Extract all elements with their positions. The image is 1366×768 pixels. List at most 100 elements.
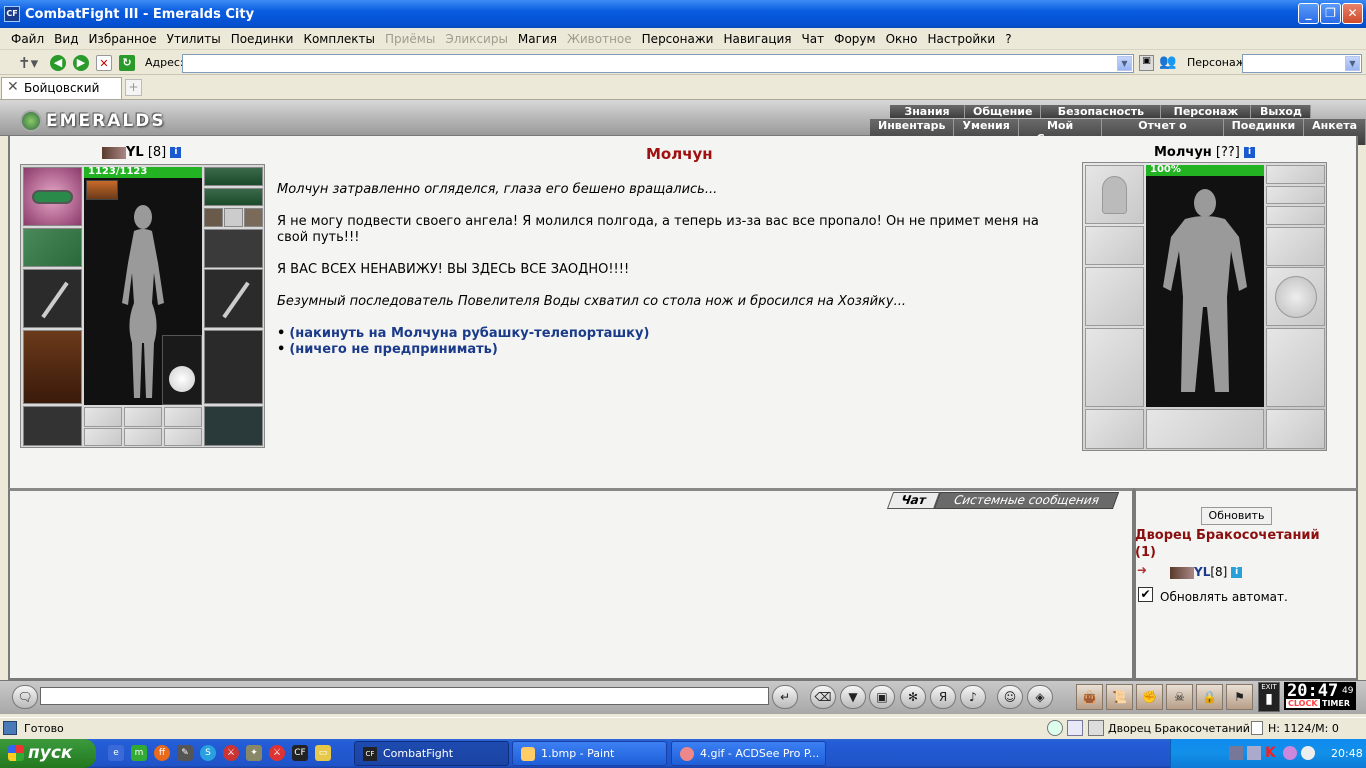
save-icon[interactable]: ▣ [869, 685, 895, 709]
tray-icon-4[interactable] [1283, 746, 1297, 760]
amulet-slot[interactable] [23, 167, 82, 226]
menu-item[interactable]: Вид [49, 32, 83, 46]
player-name[interactable]: YL [8] i [102, 145, 182, 160]
tray-icon-5[interactable] [1301, 746, 1315, 760]
scroll-icon[interactable]: 📜 [1106, 684, 1133, 710]
music-icon[interactable]: ♪ [960, 685, 986, 709]
task-paint[interactable]: 1.bmp - Paint [512, 741, 667, 766]
page-icon[interactable]: ▣ [1139, 55, 1154, 71]
network-icon[interactable] [1229, 746, 1243, 760]
auto-refresh-checkbox[interactable]: ✔ [1138, 587, 1153, 602]
game-icon-2[interactable]: ⚔ [269, 745, 285, 761]
ie-icon[interactable]: e [108, 745, 124, 761]
task-acdsee[interactable]: 4.gif - ACDSee Pro P... [671, 741, 826, 766]
small-slot-1[interactable] [204, 208, 223, 227]
close-button[interactable]: ✕ [1342, 3, 1363, 24]
ring-slot-2[interactable] [124, 407, 162, 427]
window-titlebar[interactable]: CF CombatFight III - Emeralds City _ ❐ ✕ [0, 0, 1366, 28]
npc-name[interactable]: Молчун [??] i [1154, 145, 1256, 160]
stop-icon[interactable]: ✕ [96, 55, 112, 71]
task-combatfight[interactable]: CF CombatFight [354, 741, 509, 766]
menu-item[interactable]: Утилиты [162, 32, 226, 46]
tray-clock[interactable]: 20:48 [1331, 747, 1363, 760]
persona-dropdown-icon[interactable]: ▼ [1345, 56, 1360, 71]
bug-icon[interactable]: ✦ [246, 745, 262, 761]
menu-item[interactable]: Окно [881, 32, 923, 46]
game-clock[interactable]: 20:47 49 CLOCK TIMER [1284, 681, 1356, 710]
back-icon[interactable]: ◀ [50, 55, 66, 71]
timer-mode[interactable]: TIMER [1322, 699, 1350, 708]
cf-icon[interactable]: CF [292, 745, 308, 761]
menu-item[interactable]: Навигация [718, 32, 796, 46]
player-info-icon[interactable]: i [170, 147, 182, 158]
persona-select[interactable]: ▼ [1242, 54, 1362, 73]
address-dropdown-icon[interactable]: ▼ [1117, 56, 1132, 71]
gloves-slot[interactable] [23, 228, 82, 267]
flag-icon[interactable]: ⚑ [1226, 684, 1253, 710]
walk-icon[interactable]: ✻ [900, 685, 926, 709]
tab-chat[interactable]: Чат [886, 492, 940, 509]
chat-input[interactable] [40, 687, 769, 705]
menu-item[interactable]: Комплекты [298, 32, 380, 46]
firefox-icon[interactable]: ff [154, 745, 170, 761]
menu-item[interactable]: Персонажи [637, 32, 719, 46]
fist-icon[interactable]: ✊ [1136, 684, 1163, 710]
people-icon[interactable]: 👥 [1159, 54, 1176, 70]
nav-item[interactable]: Знания [890, 105, 965, 118]
boots-slot[interactable] [204, 406, 263, 446]
menu-item[interactable]: Файл [6, 32, 49, 46]
skull-icon[interactable]: ☠ [1166, 684, 1193, 710]
utility-icon[interactable]: ✎ [177, 745, 193, 761]
volume-icon[interactable] [1247, 746, 1261, 760]
antivirus-icon[interactable]: K [1265, 745, 1276, 761]
small-slot-2[interactable] [224, 208, 243, 227]
tab-fight-club[interactable]: ✕ Бойцовский клуб [1, 77, 122, 116]
rune-slot-1[interactable] [84, 428, 122, 446]
helmet-chat-icon[interactable]: ◈ [1027, 685, 1053, 709]
refresh-button[interactable]: Обновить [1201, 507, 1272, 525]
npc-info-icon[interactable]: i [1244, 147, 1256, 158]
maximize-button[interactable]: ❐ [1320, 3, 1341, 24]
smiley-icon[interactable]: ☺ [997, 685, 1023, 709]
menu-item[interactable]: Форум [829, 32, 880, 46]
folder-icon[interactable]: ▭ [315, 745, 331, 761]
dialog-option-1[interactable]: • (накинуть на Молчуна рубашку-телепорташ… [277, 326, 649, 341]
speaker-icon[interactable]: 🗨 [12, 685, 38, 709]
dialog-option-1-text[interactable]: (накинуть на Молчуна рубашку-телепорташк… [289, 326, 649, 341]
chat-log[interactable] [8, 488, 1134, 680]
dialog-option-2-text[interactable]: (ничего не предпринимать) [289, 342, 498, 357]
forward-icon[interactable]: ▶ [73, 55, 89, 71]
menu-item[interactable]: Магия [513, 32, 562, 46]
menu-item[interactable]: ? [1000, 32, 1016, 46]
m-icon[interactable]: m [131, 745, 147, 761]
nav-item[interactable]: Персонаж [1161, 105, 1252, 118]
send-icon[interactable]: ↵ [772, 685, 798, 709]
ring-slot-3[interactable] [164, 407, 202, 427]
lock-icon[interactable]: 🔒 [1196, 684, 1223, 710]
room-player-name[interactable]: YL [1194, 565, 1210, 579]
minimize-button[interactable]: _ [1298, 3, 1319, 24]
address-input[interactable]: ▼ [182, 54, 1134, 73]
menu-item[interactable]: Поединки [226, 32, 299, 46]
translit-icon[interactable]: Я [930, 685, 956, 709]
room-player-info-icon[interactable]: i [1231, 567, 1243, 578]
nav-item[interactable]: Безопасность [1041, 105, 1162, 118]
close-tab-icon[interactable]: ✕ [7, 77, 19, 98]
tab-system-messages[interactable]: Системные сообщения [933, 492, 1119, 509]
offhand-slot[interactable] [204, 269, 263, 328]
exit-button[interactable]: EXIT ▮ [1258, 682, 1280, 712]
rune-slot-2[interactable] [124, 428, 162, 446]
weapon-slot[interactable] [23, 269, 82, 328]
new-tab-icon[interactable]: + [125, 79, 142, 96]
nav-item[interactable]: Выход [1251, 105, 1312, 118]
necklace-slot[interactable] [204, 188, 263, 206]
eraser-icon[interactable]: ⌫ [810, 685, 836, 709]
earring-slot[interactable] [204, 167, 263, 186]
armor-slot[interactable] [23, 330, 82, 404]
dialog-option-2[interactable]: • (ничего не предпринимать) [277, 342, 498, 357]
skype-icon[interactable]: S [200, 745, 216, 761]
refresh-icon[interactable]: ↻ [119, 55, 135, 71]
cross-icon[interactable]: ✝▾ [18, 54, 38, 72]
small-slot-3[interactable] [244, 208, 263, 227]
effect-icon[interactable] [86, 180, 118, 200]
